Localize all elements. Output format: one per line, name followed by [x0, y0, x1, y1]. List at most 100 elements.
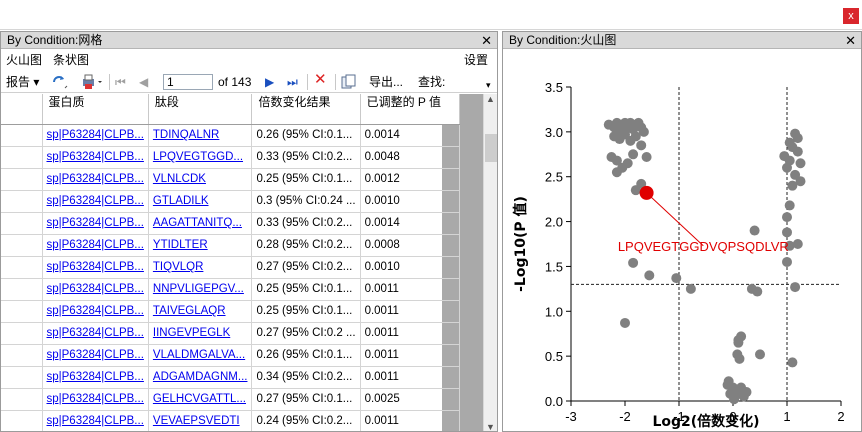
table-row[interactable]: sp|P63284|CLPB... NNPVLIGEPGV... 0.25 (95%…: [1, 278, 460, 301]
table-row[interactable]: sp|P63284|CLPB... VLNLCDK 0.25 (95% CI:0.1…: [1, 168, 460, 191]
protein-cell[interactable]: sp|P63284|CLPB...: [42, 168, 149, 191]
protein-cell[interactable]: sp|P63284|CLPB...: [42, 256, 149, 279]
peptide-cell[interactable]: TDINQALNR: [148, 124, 253, 147]
column-header-protein[interactable]: 蛋白质: [42, 94, 149, 125]
row-header-cell[interactable]: [1, 190, 43, 213]
data-point[interactable]: [782, 162, 792, 173]
data-point[interactable]: [782, 227, 792, 238]
peptide-cell[interactable]: AAGATTANITQ...: [148, 212, 253, 235]
table-row[interactable]: sp|P63284|CLPB... LPQVEGTGGD... 0.33 (95% …: [1, 146, 460, 169]
export-icon[interactable]: [341, 74, 357, 90]
close-pane-icon[interactable]: ✕: [481, 32, 492, 49]
menu-volcano[interactable]: 火山图: [6, 49, 42, 71]
data-point[interactable]: [733, 337, 744, 348]
grid-vertical-scrollbar[interactable]: ▲ ▼: [483, 94, 497, 431]
data-point[interactable]: [620, 317, 630, 328]
data-point[interactable]: [782, 212, 792, 223]
protein-cell[interactable]: sp|P63284|CLPB...: [42, 124, 149, 147]
scroll-up-icon[interactable]: ▲: [486, 94, 495, 104]
data-point[interactable]: [741, 387, 752, 398]
close-pane-icon[interactable]: ✕: [845, 32, 856, 49]
table-row[interactable]: sp|P63284|CLPB... YTIDLTER 0.28 (95% CI:0.…: [1, 234, 460, 257]
report-button[interactable]: 报告 ▾: [6, 74, 39, 90]
table-row[interactable]: sp|P63284|CLPB... AAGATTANITQ... 0.33 (95%…: [1, 212, 460, 235]
peptide-cell[interactable]: NNPVLIGEPGV...: [148, 278, 253, 301]
table-row[interactable]: sp|P63284|CLPB... VLALDMGALVA... 0.26 (95%…: [1, 344, 460, 367]
row-header-cell[interactable]: [1, 234, 43, 257]
row-header-cell[interactable]: [1, 278, 43, 301]
peptide-cell[interactable]: IINGEVPEGLK: [148, 322, 253, 345]
table-row[interactable]: sp|P63284|CLPB... TDINQALNR 0.26 (95% CI:0…: [1, 124, 460, 147]
protein-cell[interactable]: sp|P63284|CLPB...: [42, 344, 149, 367]
scroll-thumb[interactable]: [485, 134, 497, 162]
peptide-cell[interactable]: LPQVEGTGGD...: [148, 146, 253, 169]
protein-cell[interactable]: sp|P63284|CLPB...: [42, 234, 149, 257]
data-point[interactable]: [685, 283, 696, 294]
data-point[interactable]: [749, 225, 760, 236]
row-header-cell[interactable]: [1, 124, 43, 147]
refresh-icon[interactable]: [51, 74, 71, 90]
protein-cell[interactable]: sp|P63284|CLPB...: [42, 212, 149, 235]
data-point[interactable]: [611, 167, 622, 178]
data-point[interactable]: [622, 158, 633, 169]
first-page-icon[interactable]: ⏮: [115, 74, 126, 90]
peptide-cell[interactable]: VLALDMGALVA...: [148, 344, 253, 367]
protein-cell[interactable]: sp|P63284|CLPB...: [42, 322, 149, 345]
table-row[interactable]: sp|P63284|CLPB... GTLADILK 0.3 (95% CI:0.2…: [1, 190, 460, 213]
table-row[interactable]: sp|P63284|CLPB... VEVAEPSVEDTI 0.24 (95% C…: [1, 410, 460, 431]
data-point[interactable]: [628, 149, 639, 160]
table-row[interactable]: sp|P63284|CLPB... TIQVLQR 0.27 (95% CI:0.2…: [1, 256, 460, 279]
data-point[interactable]: [787, 357, 798, 368]
peptide-cell[interactable]: VEVAEPSVEDTI: [148, 410, 253, 431]
row-header-cell[interactable]: [1, 410, 43, 431]
menu-bar-chart[interactable]: 条状图: [53, 49, 89, 71]
protein-cell[interactable]: sp|P63284|CLPB...: [42, 278, 149, 301]
data-point[interactable]: [630, 185, 641, 196]
data-point[interactable]: [671, 273, 682, 284]
data-point[interactable]: [792, 146, 803, 157]
protein-cell[interactable]: sp|P63284|CLPB...: [42, 146, 149, 169]
data-point[interactable]: [784, 200, 795, 211]
row-header-cell[interactable]: [1, 322, 43, 345]
column-header-peptide[interactable]: 肽段: [148, 94, 253, 125]
data-point[interactable]: [782, 256, 792, 267]
last-page-icon[interactable]: ⏭: [287, 74, 298, 90]
row-header-cell[interactable]: [1, 344, 43, 367]
row-header-cell[interactable]: [1, 256, 43, 279]
table-row[interactable]: sp|P63284|CLPB... ADGAMDAGNM... 0.34 (95% …: [1, 366, 460, 389]
data-point[interactable]: [752, 286, 763, 297]
toolbar-overflow-icon[interactable]: ▾: [486, 77, 491, 93]
row-header-cell[interactable]: [1, 366, 43, 389]
page-number-input[interactable]: 1: [163, 74, 213, 90]
peptide-cell[interactable]: GELHCVGATTL...: [148, 388, 253, 411]
scroll-down-icon[interactable]: ▼: [486, 422, 495, 431]
print-icon[interactable]: [81, 74, 103, 90]
data-point[interactable]: [755, 349, 765, 360]
data-point[interactable]: [725, 388, 736, 399]
table-row[interactable]: sp|P63284|CLPB... IINGEVPEGLK 0.27 (95% CI…: [1, 322, 460, 345]
column-header-fold-change[interactable]: 倍数变化结果: [251, 94, 361, 125]
table-row[interactable]: sp|P63284|CLPB... GELHCVGATTL... 0.27 (95%…: [1, 388, 460, 411]
protein-cell[interactable]: sp|P63284|CLPB...: [42, 190, 149, 213]
data-point[interactable]: [795, 158, 806, 169]
data-point[interactable]: [636, 140, 647, 151]
data-point[interactable]: [787, 180, 798, 191]
data-point[interactable]: [630, 131, 641, 142]
peptide-cell[interactable]: GTLADILK: [148, 190, 253, 213]
menu-settings[interactable]: 设置: [464, 49, 488, 71]
data-point[interactable]: [790, 282, 801, 293]
column-header-adjusted-p[interactable]: 已调整的 P 值: [360, 94, 460, 125]
peptide-cell[interactable]: TIQVLQR: [148, 256, 253, 279]
table-row[interactable]: sp|P63284|CLPB... TAIVEGLAQR 0.25 (95% CI:…: [1, 300, 460, 323]
row-header-cell[interactable]: [1, 388, 43, 411]
data-point[interactable]: [628, 257, 639, 268]
peptide-cell[interactable]: VLNLCDK: [148, 168, 253, 191]
protein-cell[interactable]: sp|P63284|CLPB...: [42, 300, 149, 323]
peptide-cell[interactable]: TAIVEGLAQR: [148, 300, 253, 323]
row-header-cell[interactable]: [1, 168, 43, 191]
next-page-icon[interactable]: ▶: [265, 74, 274, 90]
protein-cell[interactable]: sp|P63284|CLPB...: [42, 410, 149, 431]
export-button[interactable]: 导出...: [369, 74, 403, 90]
data-point[interactable]: [641, 151, 652, 162]
protein-cell[interactable]: sp|P63284|CLPB...: [42, 388, 149, 411]
